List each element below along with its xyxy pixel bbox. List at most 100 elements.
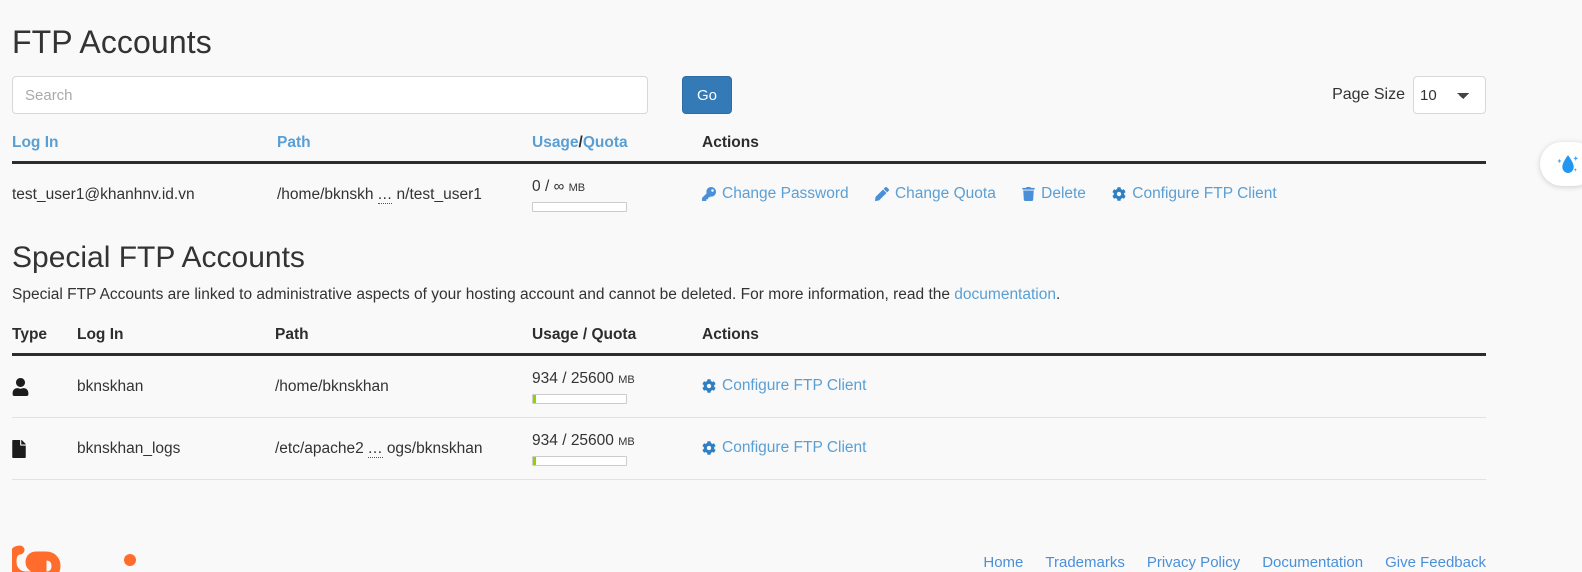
- footer-link-privacy-policy[interactable]: Privacy Policy: [1147, 554, 1240, 571]
- table-header-row: Log In Path Usage/Quota Actions: [12, 134, 1486, 164]
- sort-link-path[interactable]: Path: [277, 134, 311, 151]
- page-size-select[interactable]: 10: [1413, 76, 1486, 114]
- column-header-type: Type: [12, 326, 77, 356]
- gear-icon: [1112, 186, 1126, 201]
- column-header-login: Log In: [77, 326, 275, 356]
- usage-used: 0: [532, 178, 541, 195]
- cell-usage-quota: 0 / ∞ MB: [532, 163, 702, 226]
- change-password-link[interactable]: Change Password: [702, 185, 849, 203]
- cell-login: test_user1@khanhnv.id.vn: [12, 186, 195, 203]
- usage-unit: MB: [618, 374, 635, 386]
- path-ellipsis[interactable]: ...: [377, 186, 393, 204]
- configure-ftp-client-link[interactable]: Configure FTP Client: [702, 439, 866, 457]
- table-header-row: Type Log In Path Usage / Quota Actions: [12, 326, 1486, 356]
- floating-assistant-button[interactable]: [1540, 142, 1582, 186]
- usage-meter-fill: [533, 457, 537, 465]
- search-toolbar: Go Page Size 10: [12, 76, 1486, 114]
- special-ftp-table: Type Log In Path Usage / Quota Actions b…: [12, 326, 1486, 480]
- usage-quota: 25600: [570, 432, 614, 449]
- delete-link[interactable]: Delete: [1022, 185, 1086, 203]
- cell-actions: Change Password Change Quota Delete Conf…: [702, 163, 1486, 226]
- column-header-path: Path: [277, 134, 532, 164]
- page-title: FTP Accounts: [12, 24, 212, 60]
- footer-link-home[interactable]: Home: [983, 554, 1023, 571]
- cell-usage-quota: 934 / 25600 MB: [532, 417, 702, 480]
- usage-meter: [532, 202, 627, 212]
- pencil-icon: [874, 186, 889, 201]
- cell-path: /home/bknskhan: [275, 354, 532, 418]
- footer-link-documentation[interactable]: Documentation: [1262, 554, 1363, 571]
- sort-link-login[interactable]: Log In: [12, 134, 59, 151]
- cell-type: [12, 417, 77, 480]
- column-header-path: Path: [275, 326, 532, 356]
- usage-separator: /: [544, 178, 550, 195]
- usage-meter: [532, 456, 627, 466]
- usage-value: 934 / 25600 MB: [532, 370, 702, 389]
- configure-ftp-client-link[interactable]: Configure FTP Client: [1112, 184, 1277, 203]
- usage-used: 934: [532, 432, 558, 449]
- special-section-description: Special FTP Accounts are linked to admin…: [12, 284, 1486, 306]
- footer-link-give-feedback[interactable]: Give Feedback: [1385, 554, 1486, 571]
- page-size-control: Page Size 10: [1332, 76, 1486, 114]
- description-text-after: .: [1055, 286, 1061, 303]
- cell-login: bknskhan_logs: [77, 417, 275, 480]
- configure-ftp-client-label: Configure FTP Client: [722, 438, 867, 456]
- usage-separator: /: [562, 432, 567, 449]
- cell-path: /etc/apache2 ... ogs/bknskhan: [275, 417, 532, 480]
- user-icon: [12, 378, 77, 396]
- table-row: bknskhan_logs /etc/apache2 ... ogs/bknsk…: [12, 417, 1486, 480]
- special-section-title: Special FTP Accounts: [12, 241, 305, 274]
- sort-link-usage[interactable]: Usage: [532, 134, 579, 151]
- usage-separator: /: [562, 370, 567, 387]
- file-icon: [12, 440, 77, 458]
- path-start: /home/bknskh: [277, 186, 374, 203]
- configure-ftp-client-label: Configure FTP Client: [722, 376, 867, 394]
- table-row: test_user1@khanhnv.id.vn /home/bknskh ..…: [12, 163, 1486, 226]
- page-content: FTP Accounts Go Page Size 10: [0, 0, 1582, 480]
- delete-label: Delete: [1041, 184, 1086, 202]
- usage-unit: MB: [618, 436, 635, 448]
- gear-icon: [702, 378, 716, 393]
- water-drop-sparkle-icon: [1557, 155, 1579, 173]
- column-header-usage-quota: Usage / Quota: [532, 326, 702, 356]
- cell-usage-quota: 934 / 25600 MB: [532, 354, 702, 418]
- brand-logo: [12, 540, 162, 572]
- cell-login: bknskhan: [77, 354, 275, 418]
- usage-value: 0 / ∞ MB: [532, 178, 702, 197]
- path-ellipsis[interactable]: ...: [368, 440, 383, 458]
- column-header-actions: Actions: [702, 326, 1486, 356]
- change-quota-link[interactable]: Change Quota: [874, 184, 996, 203]
- ftp-accounts-table-wrapper: Log In Path Usage/Quota Actions test_use…: [12, 134, 1486, 225]
- cpanel-logo-icon: [12, 545, 136, 572]
- cell-type: [12, 354, 77, 418]
- footer-links: Home Trademarks Privacy Policy Documenta…: [983, 554, 1486, 571]
- documentation-link[interactable]: documentation: [954, 286, 1056, 303]
- search-go-button[interactable]: Go: [682, 76, 732, 114]
- usage-quota: 25600: [570, 370, 614, 387]
- search-input[interactable]: [12, 76, 648, 114]
- sort-link-quota[interactable]: Quota: [583, 134, 628, 151]
- change-quota-label: Change Quota: [894, 184, 996, 202]
- cell-path: /home/bknskh ... n/test_user1: [277, 163, 532, 226]
- configure-ftp-client-label: Configure FTP Client: [1132, 184, 1277, 202]
- footer-link-trademarks[interactable]: Trademarks: [1045, 554, 1124, 571]
- trash-icon: [1022, 186, 1035, 201]
- column-header-usage-quota: Usage/Quota: [532, 134, 702, 164]
- key-icon: [702, 186, 716, 201]
- usage-used: 934: [532, 370, 558, 387]
- page-footer: Home Trademarks Privacy Policy Documenta…: [0, 524, 1582, 572]
- usage-quota: ∞: [553, 178, 565, 195]
- column-header-actions: Actions: [702, 134, 1486, 164]
- page-size-label: Page Size: [1332, 86, 1405, 103]
- path-start: /etc/apache2: [275, 440, 364, 457]
- table-row: bknskhan /home/bknskhan 934 / 25600 MB C…: [12, 354, 1486, 418]
- usage-meter-fill: [533, 395, 537, 403]
- cell-actions: Configure FTP Client: [702, 417, 1486, 480]
- ftp-accounts-page: FTP Accounts Go Page Size 10: [0, 0, 1582, 572]
- column-header-login: Log In: [12, 134, 277, 164]
- usage-meter: [532, 394, 627, 404]
- description-text-before: Special FTP Accounts are linked to admin…: [12, 286, 955, 303]
- ftp-accounts-table: Log In Path Usage/Quota Actions test_use…: [12, 134, 1486, 225]
- configure-ftp-client-link[interactable]: Configure FTP Client: [702, 377, 866, 395]
- usage-unit: MB: [568, 182, 586, 194]
